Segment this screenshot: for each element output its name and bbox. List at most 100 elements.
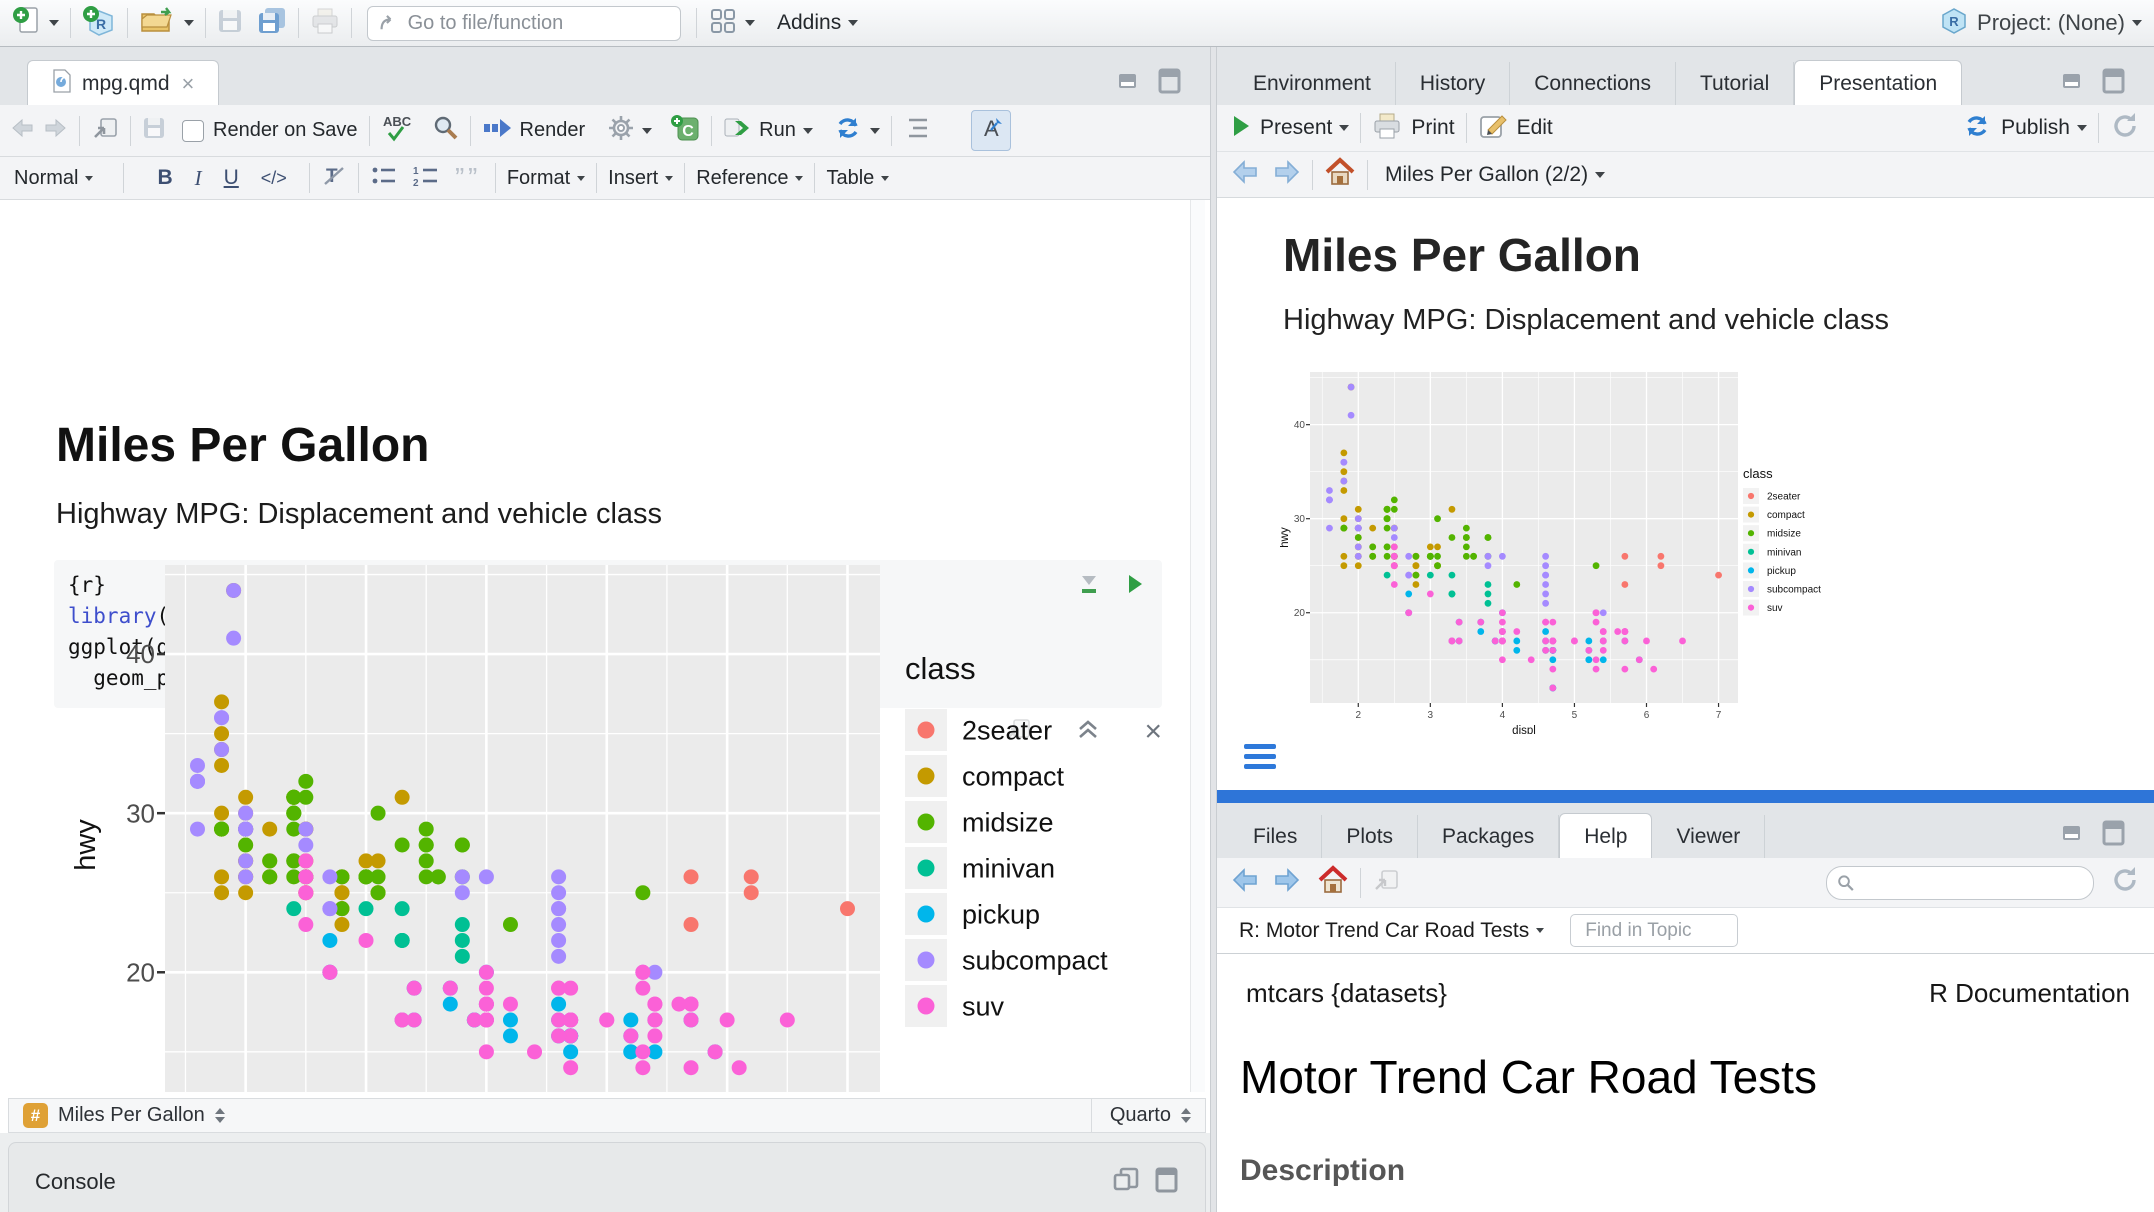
outline-icon[interactable] [903,116,931,145]
style-caret[interactable] [85,176,93,181]
status-section-label[interactable]: Miles Per Gallon [58,1104,205,1127]
find-replace-icon[interactable] [431,114,459,147]
grid-dropdown-caret[interactable] [745,20,755,26]
pane-splitter-horizontal-active[interactable] [1217,790,2154,803]
editor-mode-label[interactable]: Quarto [1110,1104,1171,1127]
topic-selector[interactable]: R: Motor Trend Car Road Tests [1239,919,1529,943]
tab-history[interactable]: History [1396,62,1510,105]
help-search-input[interactable] [1863,871,2083,894]
insert-chunk-icon[interactable]: C [670,113,700,148]
tab-files[interactable]: Files [1229,815,1322,858]
format-menu[interactable]: Format [507,167,570,190]
save-all-icon[interactable] [257,7,287,40]
open-file-icon[interactable] [139,6,177,41]
new-project-icon[interactable]: R [82,4,116,43]
format-caret[interactable] [577,176,585,181]
tab-mpg-qmd[interactable]: mpg.qmd × [27,60,219,106]
edit-slides-button[interactable]: Edit [1517,116,1553,140]
help-home-icon[interactable] [1317,865,1349,900]
rerun-caret[interactable] [870,128,880,134]
help-back-icon[interactable] [1231,866,1261,899]
refresh-presentation-icon[interactable] [2110,111,2140,146]
tab-plots[interactable]: Plots [1322,815,1418,858]
pane-splitter-vertical[interactable] [1210,47,1217,1212]
present-play-icon[interactable] [1231,113,1251,144]
topic-caret[interactable] [1536,928,1544,933]
popout-editor-icon[interactable] [91,115,119,146]
numbered-list-icon[interactable]: 12 [412,164,440,193]
table-caret[interactable] [881,176,889,181]
print-icon[interactable] [310,7,340,40]
console-pane[interactable]: Console [8,1142,1206,1212]
console-maximize-icon[interactable] [1155,1167,1179,1198]
slide-menu-icon[interactable] [1244,744,1276,769]
code-format-button[interactable]: </> [261,168,287,189]
save-icon[interactable] [217,8,243,39]
console-restore-icon[interactable] [1113,1167,1141,1198]
tab-close-icon[interactable]: × [182,71,195,97]
tab-packages[interactable]: Packages [1418,815,1559,858]
print-slides-button[interactable]: Print [1411,116,1454,140]
underline-button[interactable]: U [224,166,239,190]
goto-file-input[interactable] [406,11,670,36]
find-in-topic-input[interactable] [1583,919,1725,943]
minimize-pane-icon[interactable] [2062,822,2088,849]
editor-scrollbar[interactable] [1190,200,1205,1092]
publish-caret[interactable] [2077,125,2087,131]
save-doc-icon[interactable] [142,116,166,145]
run-button[interactable]: Run [759,119,796,142]
help-search-box[interactable] [1826,866,2094,900]
addins-grid-icon[interactable] [708,6,738,41]
addins-caret[interactable] [848,20,858,26]
present-caret[interactable] [1339,125,1349,131]
insert-menu[interactable]: Insert [608,167,658,190]
back-icon[interactable] [10,116,36,145]
render-gear-caret[interactable] [642,128,652,134]
clear-formatting-icon[interactable]: T [321,163,347,194]
tab-environment[interactable]: Environment [1229,62,1396,105]
new-file-icon[interactable] [12,5,42,42]
render-settings-gear-icon[interactable] [607,114,635,147]
publish-button[interactable]: Publish [2001,116,2070,140]
insert-caret[interactable] [665,176,673,181]
edit-slides-icon[interactable] [1478,112,1508,145]
run-icon[interactable] [723,116,753,145]
bold-button[interactable]: B [157,166,172,190]
slide-selector[interactable]: Miles Per Gallon (2/2) [1385,163,1588,187]
reference-menu[interactable]: Reference [696,167,788,190]
open-file-dropdown-caret[interactable] [184,20,194,26]
mode-updown-icon[interactable] [1181,1108,1191,1123]
minimize-pane-icon[interactable] [2062,70,2088,97]
section-updown-icon[interactable] [215,1108,225,1123]
publish-icon[interactable] [1962,112,1992,145]
slide-home-icon[interactable] [1324,157,1356,192]
bullet-list-icon[interactable] [370,164,398,193]
tab-presentation[interactable]: Presentation [1794,60,1962,106]
visual-editor-toggle[interactable]: A [971,110,1011,151]
slide-back-icon[interactable] [1231,158,1261,191]
tab-connections[interactable]: Connections [1510,62,1676,105]
popout-help-icon[interactable] [1372,867,1400,898]
render-on-save-checkbox[interactable] [182,120,204,142]
rerun-icon[interactable] [833,114,863,147]
slide-forward-icon[interactable] [1271,158,1301,191]
print-slides-icon[interactable] [1372,112,1402,145]
render-icon[interactable] [482,116,512,145]
render-button[interactable]: Render [520,119,586,142]
slide-selector-caret[interactable] [1595,172,1605,178]
spellcheck-icon[interactable]: ABC [381,113,415,148]
forward-icon[interactable] [42,116,68,145]
document-canvas[interactable]: Miles Per Gallon Highway MPG: Displaceme… [0,200,1210,1092]
reference-caret[interactable] [795,176,803,181]
blockquote-icon[interactable]: ”” [454,163,484,194]
tab-tutorial[interactable]: Tutorial [1676,62,1794,105]
present-button[interactable]: Present [1260,116,1332,140]
refresh-help-icon[interactable] [2110,865,2140,900]
run-caret[interactable] [803,128,813,134]
tab-help[interactable]: Help [1559,813,1652,859]
find-in-topic-box[interactable] [1570,914,1738,947]
maximize-pane-icon[interactable] [2102,68,2126,99]
maximize-pane-icon[interactable] [1158,68,1182,99]
paragraph-style-select[interactable]: Normal [14,167,78,190]
tab-viewer[interactable]: Viewer [1652,815,1765,858]
